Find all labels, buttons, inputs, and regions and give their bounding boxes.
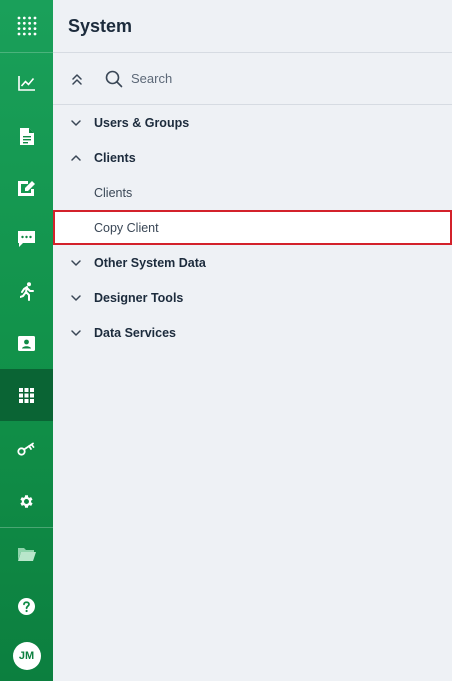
system-panel: System Search Users & Groups Clients Cli… <box>53 0 452 681</box>
tree-node-label: Clients <box>94 150 136 165</box>
apps-grid-icon <box>19 387 34 403</box>
chevron-down-icon <box>70 292 82 304</box>
chevron-down-icon <box>70 327 82 339</box>
search-icon <box>105 70 123 87</box>
tree-node-clients[interactable]: Clients <box>53 140 452 175</box>
search-input[interactable]: Search <box>105 70 172 88</box>
nav-analytics[interactable] <box>0 57 53 109</box>
key-icon <box>16 442 34 456</box>
tree-node-designer-tools[interactable]: Designer Tools <box>53 280 452 315</box>
tree-node-label: Other System Data <box>94 255 206 270</box>
nav-settings[interactable] <box>0 475 53 527</box>
running-person-icon <box>19 281 34 301</box>
tree-item-clients[interactable]: Clients <box>53 175 452 210</box>
left-nav-rail: JM <box>0 0 53 681</box>
contact-card-icon <box>18 335 35 351</box>
tree-node-data-services[interactable]: Data Services <box>53 315 452 350</box>
collapse-all-button[interactable] <box>69 71 85 87</box>
tree-node-label: Users & Groups <box>94 115 190 130</box>
app-grid-icon <box>17 16 36 36</box>
analytics-chart-icon <box>17 76 35 91</box>
nav-contacts[interactable] <box>0 317 53 369</box>
nav-edit[interactable] <box>0 161 53 213</box>
double-chevron-up-icon <box>72 73 82 85</box>
nav-documents[interactable] <box>0 110 53 162</box>
nav-help[interactable] <box>0 580 53 632</box>
chevron-down-icon <box>70 117 82 129</box>
chat-message-icon <box>18 231 35 247</box>
help-icon <box>18 597 35 615</box>
folder-icon <box>17 548 36 561</box>
settings-gear-icon <box>20 494 33 508</box>
chevron-up-icon <box>70 152 82 164</box>
user-avatar-button[interactable]: JM <box>0 630 53 681</box>
panel-toolbar: Search <box>53 53 452 105</box>
system-tree: Users & Groups Clients Clients Copy Clie… <box>53 105 452 350</box>
search-placeholder: Search <box>131 71 173 86</box>
nav-security[interactable] <box>0 423 53 475</box>
nav-messages[interactable] <box>0 213 53 265</box>
chevron-down-icon <box>70 257 82 269</box>
document-icon <box>19 127 34 145</box>
app-launcher-button[interactable] <box>0 0 53 53</box>
avatar: JM <box>12 642 41 670</box>
tree-item-copy-client[interactable]: Copy Client <box>53 210 452 245</box>
nav-files[interactable] <box>0 528 53 580</box>
tree-node-label: Data Services <box>94 325 177 340</box>
tree-node-label: Designer Tools <box>94 290 184 305</box>
edit-document-icon <box>17 180 35 196</box>
tree-node-other-system-data[interactable]: Other System Data <box>53 245 452 280</box>
tree-node-users-groups[interactable]: Users & Groups <box>53 105 452 140</box>
page-title: System <box>68 15 133 36</box>
nav-activities[interactable] <box>0 265 53 317</box>
nav-system[interactable] <box>0 369 53 421</box>
panel-header: System <box>53 0 452 53</box>
